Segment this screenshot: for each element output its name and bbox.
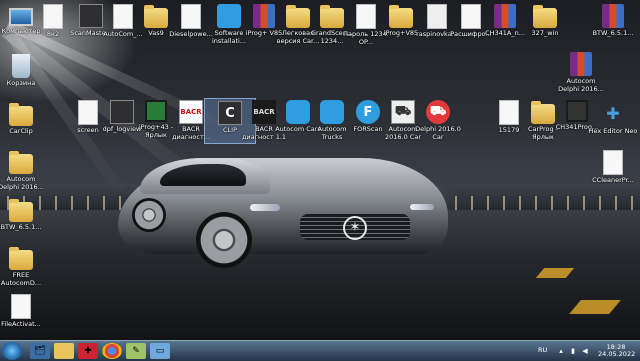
archive-icon: [253, 4, 275, 28]
window-icon[interactable]: ▭: [150, 343, 170, 359]
app-icon[interactable]: ✚: [78, 343, 98, 359]
notes-icon[interactable]: ✎: [126, 343, 146, 359]
folder-icon: [9, 151, 33, 174]
bacr-icon: BACR: [179, 100, 203, 124]
icon-label: BTW_6.5.1...: [592, 29, 634, 37]
network-icon[interactable]: ▮: [568, 343, 578, 359]
image-icon: [427, 4, 447, 29]
folder-icon: [144, 5, 168, 28]
desktop-icon-carclip[interactable]: CarClip: [0, 102, 46, 135]
folder-icon: [9, 199, 33, 222]
folder-icon: [389, 5, 413, 28]
icon-label: CCleanerPr...: [592, 176, 634, 184]
desktop-icon-autocom-delphi-archive[interactable]: Autocom Delphi 2016...: [556, 52, 606, 93]
volume-icon[interactable]: ◀: [580, 343, 590, 359]
desktop-icon-free-autocom[interactable]: FREE AutocomD...: [0, 246, 46, 287]
forscan-icon: F: [356, 100, 380, 124]
icon-label: FREE AutocomD...: [0, 271, 42, 287]
icon-label: CarClip: [9, 127, 33, 135]
desktop-icon-recycle-bin[interactable]: Корзина: [0, 54, 46, 87]
icon-label: Корзина: [6, 79, 36, 87]
desktop-icon-327-win[interactable]: 327_win: [520, 4, 570, 37]
desktop-icon-delphi-2016-car[interactable]: ⛟ Delphi 2016.0 Car: [413, 100, 463, 141]
mercedes-star-icon: ✶: [343, 216, 367, 240]
car-icon: ⛟: [426, 100, 450, 124]
chip-icon: [145, 100, 167, 122]
clock[interactable]: 18:28 24.05.2022: [598, 344, 636, 358]
icon-label: FileActivat...: [1, 320, 41, 328]
desktop-wallpaper: ✶: [0, 0, 640, 340]
icon-label: Autocom Delphi 2016...: [0, 175, 44, 191]
document-icon: [356, 4, 376, 29]
chrome-icon[interactable]: [102, 343, 122, 359]
desktop-icon-fileactivation[interactable]: FileActivat...: [0, 294, 46, 328]
document-icon: [78, 100, 98, 125]
explorer-icon[interactable]: 🗂: [30, 343, 50, 359]
document-icon: [461, 4, 481, 29]
language-indicator[interactable]: RU: [538, 347, 547, 354]
archive-icon: [570, 52, 592, 76]
document-icon: [603, 150, 623, 175]
car-headlight: [250, 204, 280, 211]
document-icon: [113, 4, 133, 29]
chip-icon: [566, 100, 588, 122]
archive-icon: [602, 4, 624, 28]
document-icon: [181, 4, 201, 29]
car-front-wheel: [196, 212, 252, 268]
car-rear-wheel: [132, 198, 166, 232]
installer-icon: [217, 4, 241, 28]
desktop-icon-autocom-delphi-folder[interactable]: Autocom Delphi 2016...: [0, 150, 46, 191]
document-icon: [43, 4, 63, 29]
folder-icon: [533, 5, 557, 28]
document-icon: [11, 294, 31, 319]
desktop-icon-ccleaner[interactable]: CCleanerPr...: [588, 150, 638, 184]
clock-date: 24.05.2022: [598, 350, 636, 358]
hex-editor-icon: ✚: [606, 103, 620, 123]
archive-icon: [494, 4, 516, 28]
start-button[interactable]: [2, 342, 22, 360]
icon-label: BTW_6.5.1...: [0, 223, 42, 231]
icon-label: 327_win: [531, 29, 559, 37]
autocom-icon: [320, 100, 344, 124]
icon-label: Delphi 2016.0 Car: [415, 125, 461, 141]
folder-icon: [9, 103, 33, 126]
icon-label: Hex Editor Neo: [588, 127, 638, 135]
desktop-icon-btw-archive[interactable]: BTW_6.5.1...: [588, 4, 638, 37]
car-headlight: [410, 204, 434, 210]
icon-label: Autocom Delphi 2016...: [558, 77, 604, 93]
desktop-icon-hex-editor-neo[interactable]: ✚ Hex Editor Neo: [588, 100, 638, 136]
folder-icon: [9, 247, 33, 270]
folder-icon[interactable]: [54, 343, 74, 359]
taskbar: 🗂 ✚ ✎ ▭ RU ▴ ▮ ◀ 18:28 24.05.2022: [0, 340, 640, 361]
recycle-bin-icon: [12, 54, 30, 78]
document-icon: [499, 100, 519, 125]
desktop-icon-btw-folder[interactable]: BTW_6.5.1...: [0, 198, 46, 231]
show-hidden-icons-icon[interactable]: ▴: [556, 343, 566, 359]
car-icon: ⛟: [391, 100, 415, 124]
